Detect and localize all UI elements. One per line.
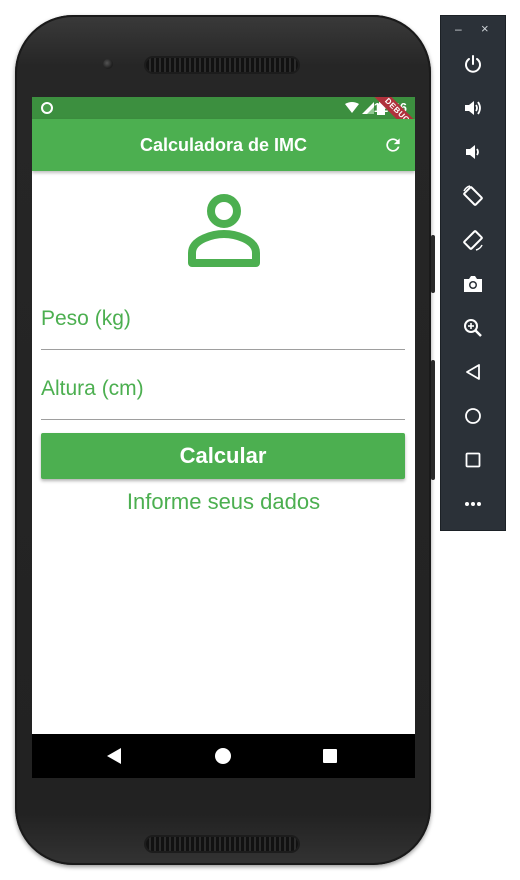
power-icon — [465, 55, 481, 73]
more-icon — [465, 502, 481, 506]
rotate-right-icon — [463, 230, 483, 251]
notification-icon — [41, 102, 53, 114]
overview-icon — [465, 452, 481, 468]
volume-down-icon — [466, 145, 479, 159]
zoom-button[interactable] — [458, 313, 488, 343]
emulator-toolbar: – × — [440, 15, 506, 531]
phone-screen: 12:46 DEBUG Calculadora de IMC Calcular … — [32, 97, 415, 778]
page-title: Calculadora de IMC — [139, 135, 308, 155]
form-content: Calcular Informe seus dados — [32, 171, 415, 734]
volume-up-button[interactable] — [458, 93, 488, 123]
calcular-button[interactable]: Calcular — [41, 433, 405, 479]
wifi-icon — [345, 102, 359, 113]
navigation-bar — [32, 734, 415, 778]
close-button[interactable]: × — [481, 21, 489, 36]
bottom-speaker — [146, 837, 298, 851]
app-bar: Calculadora de IMC — [32, 119, 415, 171]
back-icon[interactable] — [107, 748, 121, 764]
recents-icon[interactable] — [323, 749, 337, 763]
rotate-right-button[interactable] — [458, 225, 488, 255]
power-button[interactable] — [458, 49, 488, 79]
home-icon[interactable] — [215, 748, 231, 764]
back-button[interactable] — [458, 357, 488, 387]
power-side-button — [431, 235, 435, 293]
front-camera — [103, 59, 113, 69]
peso-input[interactable] — [41, 289, 405, 349]
more-button[interactable] — [458, 489, 488, 519]
overview-button[interactable] — [458, 445, 488, 475]
signal-icon — [362, 102, 374, 114]
zoom-icon — [464, 319, 482, 337]
status-bar: 12:46 DEBUG — [32, 97, 415, 144]
refresh-icon — [386, 138, 400, 152]
volume-side-button — [431, 360, 435, 480]
screenshot-button[interactable] — [458, 269, 488, 299]
refresh-button[interactable] — [381, 133, 405, 157]
volume-up-icon — [465, 101, 481, 115]
peso-field — [41, 289, 405, 350]
person-outline-icon — [188, 194, 260, 267]
rotate-left-icon — [463, 185, 483, 206]
camera-icon — [464, 276, 482, 292]
rotate-left-button[interactable] — [458, 181, 488, 211]
back-icon — [466, 364, 480, 380]
top-speaker — [146, 58, 298, 72]
altura-field — [41, 359, 405, 420]
info-text: Informe seus dados — [126, 489, 321, 514]
home-icon — [465, 408, 481, 424]
altura-input[interactable] — [41, 359, 405, 419]
home-button[interactable] — [458, 401, 488, 431]
minimize-button[interactable]: – — [455, 22, 462, 36]
volume-down-button[interactable] — [458, 137, 488, 167]
